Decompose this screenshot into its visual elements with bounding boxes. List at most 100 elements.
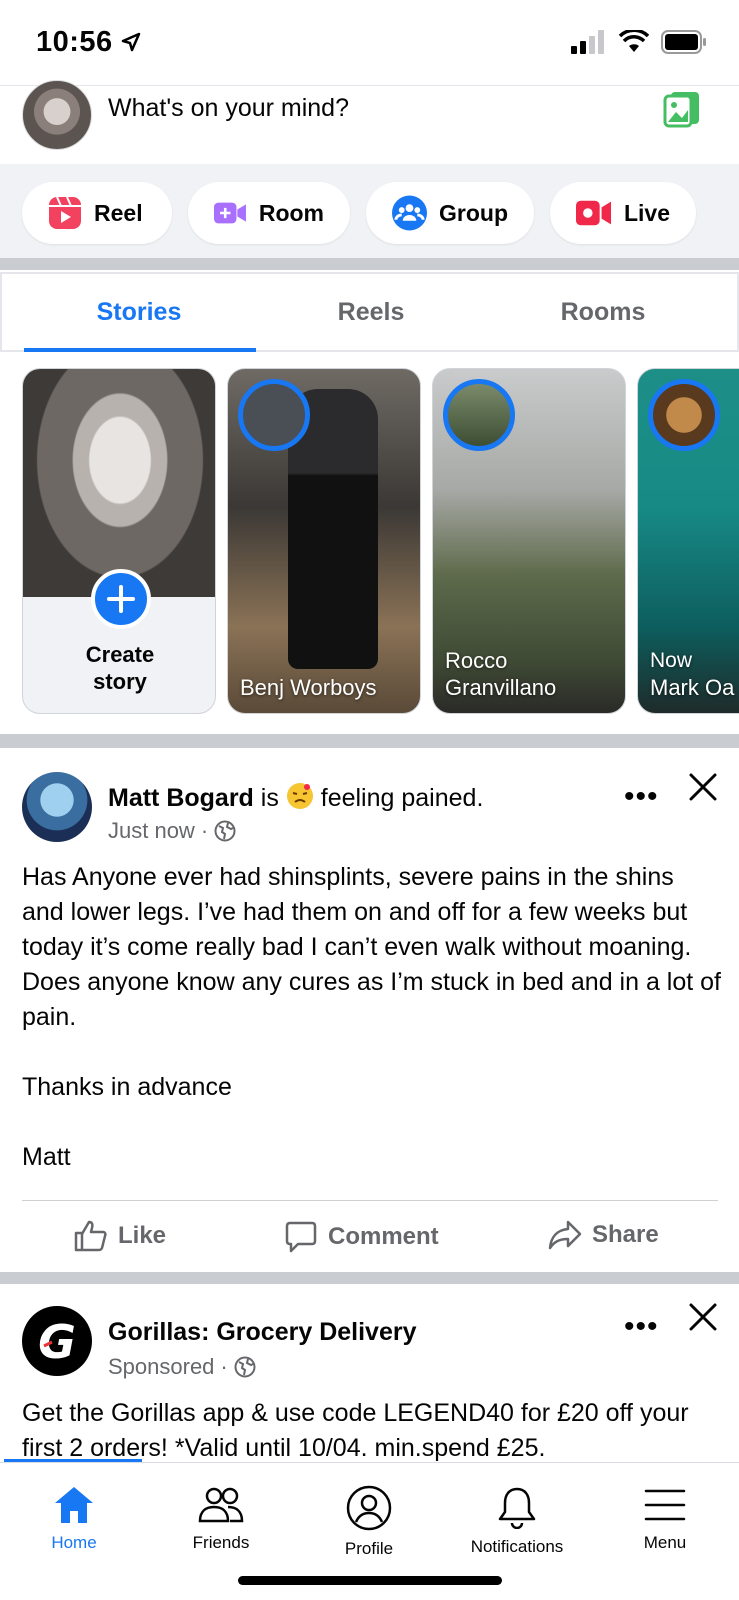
feeling-text: feeling pained. xyxy=(320,784,484,813)
status-time: 10:56 xyxy=(36,26,113,58)
post-meta: Just now · xyxy=(108,818,236,844)
story-name-line2: Granvillano xyxy=(445,675,557,700)
nav-menu[interactable]: Menu xyxy=(591,1485,739,1553)
battery-icon xyxy=(661,30,706,54)
active-tab-indicator xyxy=(24,348,256,352)
home-icon xyxy=(55,1487,93,1523)
more-options-icon[interactable]: ••• xyxy=(624,780,659,814)
story-name: Rocco Granvillano xyxy=(445,647,556,701)
story-time-label: Now xyxy=(650,649,693,672)
room-label: Room xyxy=(258,199,324,226)
close-icon[interactable] xyxy=(688,1302,718,1332)
sponsored-post: G Gorillas: Grocery Delivery Sponsored ·… xyxy=(0,1284,739,1464)
svg-text:G: G xyxy=(38,1315,76,1369)
post-author-name[interactable]: Matt Bogard xyxy=(108,784,254,812)
share-label: Share xyxy=(592,1221,659,1248)
room-button[interactable]: Room xyxy=(188,182,350,244)
nav-home-label: Home xyxy=(51,1533,97,1552)
status-icons xyxy=(571,30,707,54)
story-name: Now Mark Oa xyxy=(650,647,734,701)
reel-button[interactable]: Reel xyxy=(22,182,172,244)
stories-carousel[interactable]: Create story Benj Worboys Rocco Granvill… xyxy=(0,356,739,734)
tab-stories[interactable]: Stories xyxy=(24,298,254,327)
section-divider xyxy=(0,1272,739,1284)
video-plus-icon xyxy=(214,202,246,224)
comment-button[interactable]: Comment xyxy=(284,1220,439,1254)
nav-friends[interactable]: Friends xyxy=(147,1485,295,1553)
create-story-photo xyxy=(23,369,215,597)
more-options-icon[interactable]: ••• xyxy=(624,1310,659,1344)
nav-notifications-label: Notifications xyxy=(470,1537,564,1556)
group-label: Group xyxy=(439,199,508,226)
live-label: Live xyxy=(623,199,670,226)
tab-rooms[interactable]: Rooms xyxy=(488,298,718,327)
story-avatar xyxy=(648,379,720,451)
nav-friends-label: Friends xyxy=(192,1533,250,1552)
reel-label: Reel xyxy=(94,199,143,226)
globe-icon xyxy=(234,1356,256,1378)
section-divider xyxy=(0,258,739,270)
ad-meta: Sponsored · xyxy=(108,1354,256,1380)
location-arrow-icon xyxy=(121,32,141,52)
home-indicator[interactable] xyxy=(238,1576,502,1585)
quick-actions-bar: Reel Room Group Live xyxy=(0,164,739,260)
reel-icon xyxy=(49,196,81,229)
plus-icon[interactable] xyxy=(91,569,151,629)
thumbs-up-icon xyxy=(74,1220,107,1252)
create-story-label-line2: story xyxy=(93,669,147,694)
profile-icon xyxy=(346,1485,392,1531)
feed-post: Matt Bogard is feeling pained. Just now … xyxy=(0,748,739,1272)
share-icon xyxy=(548,1220,582,1250)
feeling-prefix: is xyxy=(260,784,279,813)
avatar[interactable] xyxy=(22,772,92,842)
story-card[interactable]: Rocco Granvillano xyxy=(432,368,626,714)
story-card[interactable]: Now Mark Oa xyxy=(637,368,739,714)
story-name-line1: Rocco xyxy=(445,648,508,673)
close-icon[interactable] xyxy=(688,772,718,802)
friends-icon xyxy=(198,1487,244,1523)
create-story-label-line1: Create xyxy=(85,642,155,667)
post-time[interactable]: Just now xyxy=(108,818,195,844)
nav-profile-label: Profile xyxy=(344,1539,394,1558)
group-icon xyxy=(392,195,427,231)
share-button[interactable]: Share xyxy=(548,1220,659,1250)
create-story-card[interactable]: Create story xyxy=(22,368,216,714)
story-tabs: Stories Reels Rooms xyxy=(0,272,739,352)
status-bar: 10:56 xyxy=(0,0,739,86)
meta-separator: · xyxy=(200,818,209,843)
globe-icon xyxy=(214,820,236,842)
composer-placeholder[interactable]: What's on your mind? xyxy=(108,94,349,123)
pained-emoji-icon xyxy=(286,782,314,817)
ad-advertiser-name[interactable]: Gorillas: Grocery Delivery xyxy=(108,1318,416,1347)
sponsored-label[interactable]: Sponsored xyxy=(108,1354,214,1380)
live-video-icon xyxy=(576,200,612,226)
post-header: Matt Bogard is feeling pained. xyxy=(108,782,483,817)
avatar[interactable] xyxy=(22,80,92,150)
bell-icon xyxy=(498,1487,536,1529)
group-button[interactable]: Group xyxy=(366,182,534,244)
comment-label: Comment xyxy=(328,1223,439,1250)
create-story-label: Create story xyxy=(23,641,215,695)
nav-profile[interactable]: Profile xyxy=(295,1485,443,1559)
tab-reels[interactable]: Reels xyxy=(256,298,486,327)
comment-icon xyxy=(285,1221,317,1253)
actions-divider xyxy=(22,1200,718,1201)
nav-notifications[interactable]: Notifications xyxy=(443,1485,591,1557)
like-label: Like xyxy=(118,1222,167,1249)
story-avatar xyxy=(238,379,310,451)
like-button[interactable]: Like xyxy=(74,1220,166,1252)
story-name: Benj Worboys xyxy=(240,675,377,700)
post-composer[interactable]: What's on your mind? xyxy=(0,80,739,164)
story-avatar xyxy=(443,379,515,451)
ad-body: Get the Gorillas app & use code LEGEND40… xyxy=(22,1399,689,1462)
story-name-text: Mark Oa xyxy=(650,675,735,700)
nav-menu-label: Menu xyxy=(643,1533,687,1552)
gorillas-logo[interactable]: G xyxy=(22,1306,92,1376)
photo-icon[interactable] xyxy=(663,88,703,128)
story-card[interactable]: Benj Worboys xyxy=(227,368,421,714)
section-divider xyxy=(0,734,739,748)
meta-separator: · xyxy=(220,1354,228,1379)
post-body: Has Anyone ever had shinsplints, severe … xyxy=(22,863,721,1171)
live-button[interactable]: Live xyxy=(550,182,696,244)
nav-home[interactable]: Home xyxy=(0,1485,148,1553)
